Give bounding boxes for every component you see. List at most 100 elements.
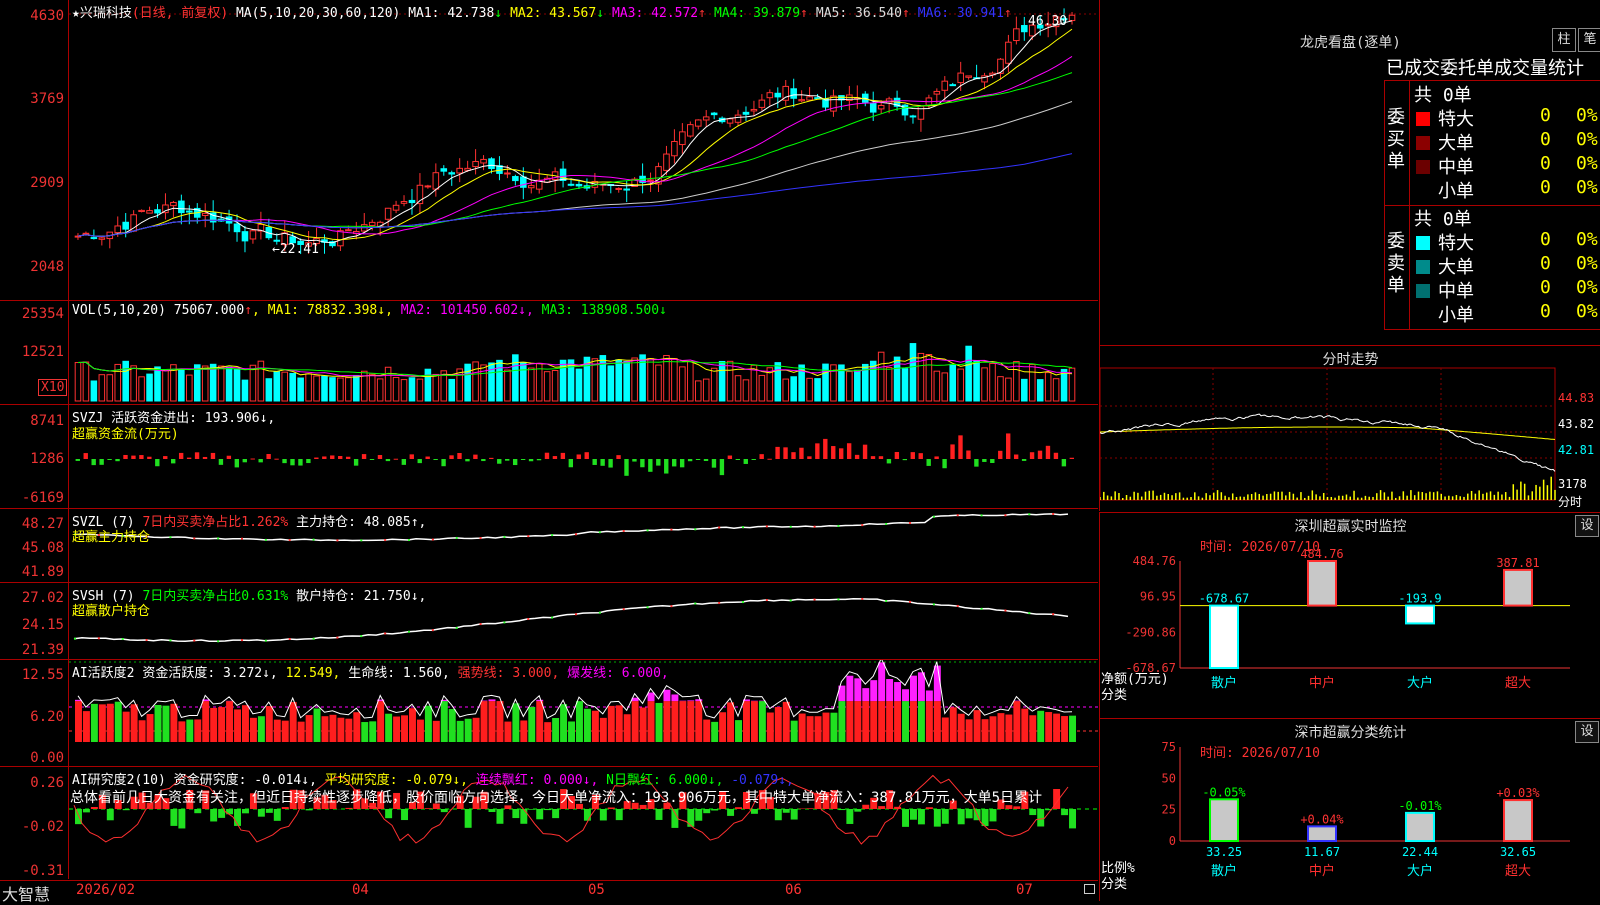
volume-bar (147, 374, 153, 401)
research-bar (178, 809, 185, 828)
volume-bar (83, 362, 89, 401)
tick-mark (599, 531, 601, 533)
ma2-line (78, 29, 1072, 240)
tick-mark (575, 533, 577, 535)
candle (934, 91, 940, 94)
monitor-chart: 484.7696.95-290.86-678.67-678.67散户484.76… (1100, 513, 1600, 718)
tick-mark (694, 602, 696, 604)
kline-panel[interactable]: 4630 3769 2909 2048 ★兴瑞科技(日线, 前复权) MA(5,… (0, 0, 1098, 301)
axis-tick-label: 484.76 (1133, 554, 1176, 568)
activity-bar (298, 722, 305, 742)
fund-flow-bar (783, 447, 787, 459)
volume-bar (552, 371, 558, 401)
candle (711, 113, 717, 115)
research-bar (727, 809, 734, 816)
sz-monitor-panel[interactable]: 深圳超赢实时监控 设 时间: 2026/07/10 484.7696.95-29… (1099, 512, 1600, 718)
research-bar (234, 809, 241, 826)
volume-bar (346, 378, 352, 401)
tick-mark (599, 612, 601, 614)
fund-flow-bar (704, 459, 708, 461)
volume-value: 75067.000 (174, 303, 244, 318)
volume-panel[interactable]: 25354 12521 X10 VOL(5,10,20) 75067.000↑,… (0, 301, 1098, 405)
bar-mode-button[interactable]: 柱 (1552, 28, 1576, 52)
fund-flow-bar (871, 456, 875, 459)
chart-mode[interactable]: (日线, 前复权) (132, 6, 228, 21)
sz-classify-panel[interactable]: 深市超赢分类统计 设 时间: 2026/07/10 7550250-0.05%3… (1099, 718, 1600, 901)
candle (409, 200, 415, 202)
svzl-panel[interactable]: 48.27 45.08 41.89 SVZL (7) 7日内买卖净占比1.262… (0, 509, 1098, 583)
fund-flow-bar (791, 452, 795, 459)
intraday-axis-label: 43.82 (1558, 417, 1594, 431)
intraday-chart[interactable] (1100, 346, 1600, 511)
activity-bar (91, 704, 98, 742)
research-bar (258, 809, 265, 817)
favorite-star-icon[interactable]: ★ (72, 6, 80, 21)
candle (648, 180, 654, 181)
candlestick-chart[interactable] (0, 0, 1098, 300)
volume-bar (314, 376, 320, 401)
candle (751, 109, 757, 110)
candle (338, 231, 344, 246)
tick-mark (480, 537, 482, 539)
activity-bar (250, 718, 257, 742)
volume-bar (298, 378, 304, 401)
candle (759, 100, 765, 107)
svzj-panel[interactable]: 8741 1286 -6169 SVZJ 活跃资金进出: 193.906↓, 超… (0, 405, 1098, 509)
fund-flow-bar (489, 458, 493, 459)
activity-burst-bar (878, 662, 885, 701)
activity-bar (290, 702, 297, 742)
candle (528, 186, 534, 188)
lock-icon[interactable] (1084, 884, 1095, 894)
ai-research-header: AI研究度2(10) 资金研究度: -0.014↓, 平均研究度: -0.079… (72, 769, 794, 788)
volume-bar (1014, 362, 1020, 401)
buy-order-box: 委买单 共 0单 特大00%大单00%中单00%小单00% (1384, 80, 1600, 206)
classify-chart: 7550250-0.05%33.25散户+0.04%11.67中户-0.01%2… (1100, 719, 1600, 901)
bar-value-label: 32.65 (1500, 845, 1536, 859)
candle (441, 169, 447, 171)
volume-bar (743, 380, 749, 401)
fund-flow-bar (203, 457, 207, 459)
candle (735, 115, 741, 122)
fund-flow-bar (76, 459, 80, 461)
tick-mark (647, 606, 649, 608)
research-bar (656, 809, 663, 820)
tick-mark (790, 600, 792, 602)
volume-bar (942, 373, 948, 401)
volume-bar (759, 375, 765, 401)
fund-flow-bar (632, 459, 636, 462)
volume-bar (139, 377, 145, 401)
ai-activity-panel[interactable]: 12.55 6.20 0.00 AI活跃度2 资金活跃度: 3.272↓, 12… (0, 660, 1098, 767)
activity-bar (528, 707, 535, 742)
fund-flow-bar (759, 454, 763, 459)
ai-research-panel[interactable]: 0.26 -0.02 -0.31 AI研究度2(10) 资金研究度: -0.01… (0, 767, 1098, 879)
activity-bar (75, 701, 82, 742)
activity-bar (345, 719, 352, 742)
activity-burst-bar (862, 688, 869, 701)
activity-bar (934, 701, 941, 742)
svsh-panel[interactable]: 27.02 24.15 21.39 SVSH (7) 7日内买卖净占比0.631… (0, 583, 1098, 660)
tick-mark (527, 618, 529, 620)
activity-burst-bar (902, 689, 909, 701)
candle (815, 98, 821, 99)
activity-bar (218, 707, 225, 742)
tick-mark (408, 539, 410, 541)
tick-mode-button[interactable]: 笔 (1578, 28, 1600, 52)
sell-order-box: 委卖单 共 0单 特大00%大单00%中单00%小单00% (1384, 205, 1600, 330)
volume-bar (672, 358, 678, 401)
volume-bar (1045, 373, 1051, 401)
activity-bar (536, 701, 543, 742)
category-bar (1406, 606, 1434, 624)
candle (513, 177, 519, 181)
activity-bar (942, 717, 949, 742)
activity-bar (950, 707, 957, 742)
intraday-panel[interactable]: 分时走势 44.83 43.82 42.81 3178 分时 (1099, 346, 1600, 511)
fund-flow-bar (402, 459, 406, 465)
fund-flow-bar (911, 452, 915, 459)
fund-flow-bar (211, 453, 215, 459)
fund-flow-bar (1006, 433, 1010, 459)
fund-flow-bar (179, 453, 183, 459)
date-label: 07 (1016, 882, 1033, 898)
bar-pct-label: +0.03% (1496, 786, 1540, 800)
activity-bar (178, 721, 185, 742)
candle (123, 222, 129, 229)
